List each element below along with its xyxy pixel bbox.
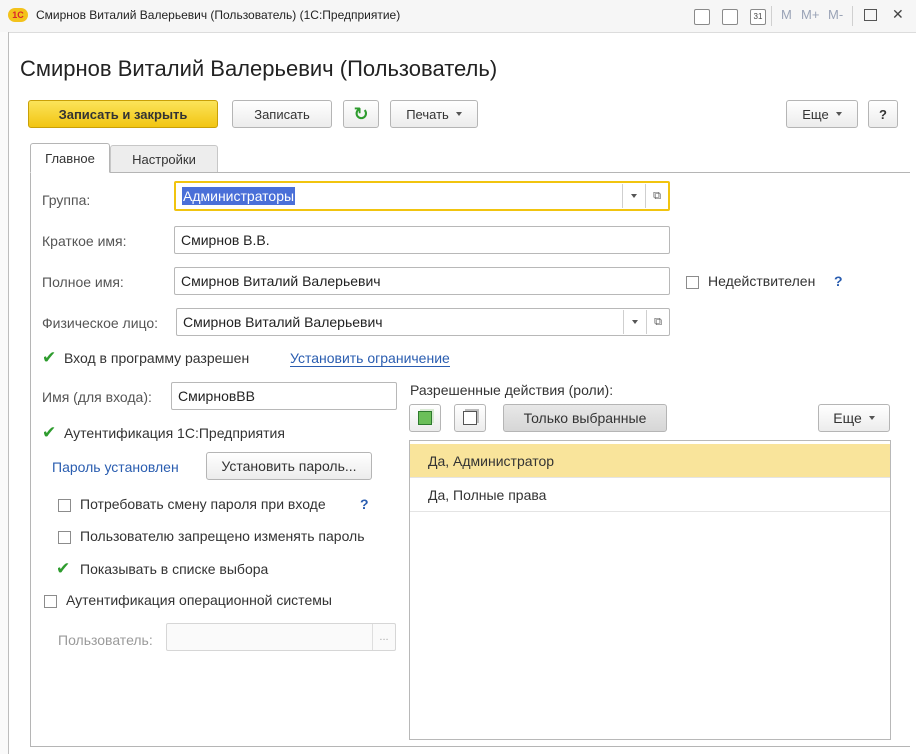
login-allowed-checkbox[interactable]: ✔	[42, 349, 56, 366]
group-label: Группа:	[42, 192, 91, 208]
tab-main[interactable]: Главное	[30, 143, 110, 173]
show-in-list-label: Показывать в списке выбора	[80, 561, 269, 577]
list-item[interactable]: Да, Администратор	[410, 444, 890, 478]
full-name-label: Полное имя:	[42, 274, 124, 290]
1c-logo-icon: 1С	[8, 8, 28, 22]
require-change-checkbox[interactable]	[58, 499, 71, 512]
calculator-icon[interactable]	[722, 9, 738, 25]
window-title: Смирнов Виталий Валерьевич (Пользователь…	[36, 8, 401, 22]
roles-more-button[interactable]: Еще	[818, 404, 890, 432]
group-field-value: Администраторы	[182, 187, 296, 205]
short-name-label: Краткое имя:	[42, 233, 127, 249]
chevron-down-icon	[632, 320, 638, 324]
help-button[interactable]: ?	[868, 100, 898, 128]
toolbar-divider	[852, 6, 853, 26]
uncheck-all-icon	[463, 411, 477, 425]
select-all-roles-button[interactable]	[409, 404, 441, 432]
save-and-close-button[interactable]: Записать и закрыть	[28, 100, 218, 128]
chevron-down-icon	[835, 112, 842, 116]
check-all-icon	[418, 411, 432, 425]
forbid-change-checkbox[interactable]	[58, 531, 71, 544]
chevron-down-icon	[455, 112, 462, 116]
forbid-change-label: Пользователю запрещено изменять пароль	[80, 528, 365, 544]
person-dropdown-button[interactable]	[623, 310, 646, 334]
calendar-icon[interactable]: 31	[750, 9, 766, 25]
tab-settings[interactable]: Настройки	[110, 145, 218, 173]
require-change-help-icon[interactable]: ?	[360, 496, 369, 512]
chevron-down-icon	[868, 416, 875, 420]
password-set-link[interactable]: Пароль установлен	[52, 459, 179, 475]
auth-os-checkbox[interactable]	[44, 595, 57, 608]
print-button[interactable]: Печать	[390, 100, 478, 128]
os-user-label: Пользователь:	[58, 632, 153, 648]
chevron-down-icon	[631, 194, 637, 198]
person-label: Физическое лицо:	[42, 315, 159, 331]
full-name-field[interactable]: Смирнов Виталий Валерьевич	[174, 267, 670, 295]
roles-more-label: Еще	[833, 410, 862, 426]
toolbar-divider	[771, 6, 772, 26]
list-item[interactable]: Да, Полные права	[410, 478, 890, 512]
maximize-icon[interactable]	[864, 9, 877, 21]
window-left-border	[0, 32, 9, 754]
auth-1c-label: Аутентификация 1С:Предприятия	[64, 425, 285, 441]
save-button[interactable]: Записать	[232, 100, 332, 128]
login-name-label: Имя (для входа):	[42, 389, 152, 405]
only-selected-button[interactable]: Только выбранные	[503, 404, 667, 432]
login-allowed-label: Вход в программу разрешен	[64, 350, 250, 366]
os-user-select-button: ...	[372, 624, 395, 650]
short-name-field[interactable]: Смирнов В.В.	[174, 226, 670, 254]
print-button-label: Печать	[406, 106, 449, 122]
login-name-field[interactable]: СмирновВВ	[171, 382, 397, 410]
invalid-label: Недействителен	[708, 273, 816, 289]
group-dropdown-button[interactable]	[622, 184, 645, 208]
open-icon[interactable]: ⧉	[646, 310, 669, 334]
os-user-field: ...	[166, 623, 396, 651]
auth-os-label: Аутентификация операционной системы	[66, 592, 332, 608]
more-button[interactable]: Еще	[786, 100, 858, 128]
open-icon[interactable]: ⧉	[645, 184, 668, 208]
refresh-icon[interactable]: ↻	[343, 100, 379, 128]
show-in-list-checkbox[interactable]: ✔	[56, 560, 70, 577]
group-field[interactable]: Администраторы ⧉	[174, 181, 670, 211]
require-change-label: Потребовать смену пароля при входе	[80, 496, 326, 512]
auth-1c-checkbox[interactable]: ✔	[42, 424, 56, 441]
more-button-label: Еще	[802, 106, 829, 122]
set-password-button[interactable]: Установить пароль...	[206, 452, 372, 480]
invalid-help-icon[interactable]: ?	[834, 273, 843, 289]
person-field[interactable]: Смирнов Виталий Валерьевич ⧉	[176, 308, 670, 336]
page-title: Смирнов Виталий Валерьевич (Пользователь…	[20, 56, 498, 81]
invalid-checkbox[interactable]	[686, 276, 699, 289]
close-icon[interactable]: ✕	[892, 6, 904, 23]
print-preview-icon[interactable]	[694, 9, 710, 25]
unselect-all-roles-button[interactable]	[454, 404, 486, 432]
set-restriction-link[interactable]: Установить ограничение	[290, 350, 450, 367]
roles-list[interactable]: Да, Администратор Да, Полные права	[409, 440, 891, 740]
memory-minus-button[interactable]: M-	[828, 7, 843, 22]
memory-button[interactable]: M	[781, 7, 792, 22]
roles-title: Разрешенные действия (роли):	[410, 382, 614, 398]
memory-plus-button[interactable]: M+	[801, 7, 819, 22]
person-field-value: Смирнов Виталий Валерьевич	[183, 314, 383, 330]
